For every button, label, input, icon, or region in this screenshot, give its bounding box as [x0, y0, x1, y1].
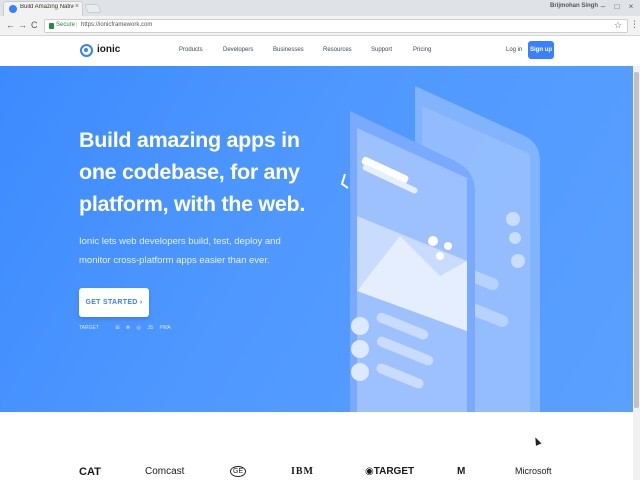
window-close-icon[interactable]: ×	[624, 2, 638, 11]
new-tab-button[interactable]	[84, 4, 102, 13]
hero-title-line: platform, with the web.	[79, 192, 306, 216]
hero-title: Build amazing apps in one codebase, for …	[79, 124, 359, 220]
target-label: TARGET	[79, 325, 99, 331]
ibm-logo: IBM	[291, 466, 314, 477]
site-header: ionic Products Developers Businesses Res…	[0, 36, 640, 66]
browser-toolbar: ← → C Secure | https://ionicframework.co…	[0, 16, 640, 36]
hero-title-line: Build amazing apps in	[79, 128, 300, 152]
comcast-logo: Comcast	[145, 466, 185, 477]
hero-title-line: one codebase, for any	[79, 160, 300, 184]
back-arrow-icon[interactable]: ←	[6, 20, 15, 30]
nav-support[interactable]: Support	[371, 47, 392, 53]
js-icon: JS	[147, 325, 154, 331]
customer-logos: CAT Comcast GE IBM ◉TARGET M Microsoft	[0, 412, 633, 480]
nav-pricing[interactable]: Pricing	[413, 47, 431, 53]
minimize-icon[interactable]: –	[596, 2, 610, 11]
logo-text[interactable]: ionic	[97, 44, 120, 55]
nav-products[interactable]: Products	[179, 47, 203, 53]
cat-logo: CAT	[79, 466, 101, 478]
browser-tab[interactable]: Build Amazing Native Ap ×	[3, 1, 83, 16]
ge-logo: GE	[230, 466, 247, 477]
profile-name[interactable]: Brijmohan Singh	[550, 3, 598, 9]
nav-businesses[interactable]: Businesses	[273, 47, 304, 53]
hero-subtitle-line: monitor cross-platform apps easier than …	[79, 255, 270, 266]
pwa-icon: PWA	[159, 325, 171, 331]
url-text[interactable]: https://ionicframework.com	[81, 22, 152, 28]
signup-button[interactable]: Sign up	[528, 41, 554, 59]
mcdonalds-logo: M	[457, 466, 466, 477]
lock-icon	[49, 23, 54, 29]
ionic-favicon-icon	[9, 5, 17, 13]
bookmark-star-icon[interactable]: ☆	[614, 20, 622, 31]
login-link[interactable]: Log in	[506, 47, 522, 53]
nav-developers[interactable]: Developers	[223, 47, 253, 53]
browser-titlebar: Build Amazing Native Ap × Brijmohan Sing…	[0, 0, 640, 16]
browser-menu-icon[interactable]: ⋮	[630, 19, 639, 30]
forward-arrow-icon[interactable]: →	[18, 20, 27, 30]
microsoft-logo: Microsoft	[515, 466, 552, 476]
omnibox-separator: |	[76, 22, 78, 28]
tab-title: Build Amazing Native Ap	[20, 4, 74, 10]
address-bar[interactable]: Secure | https://ionicframework.com ☆	[44, 19, 628, 33]
target-logo: ◉TARGET	[365, 466, 415, 477]
hero-section: Build amazing apps in one codebase, for …	[0, 66, 633, 412]
get-started-button[interactable]: GET STARTED ›	[79, 288, 149, 317]
scrollbar-thumb[interactable]	[634, 72, 639, 408]
ionic-logo-icon[interactable]	[80, 44, 93, 57]
target-platforms: TARGET ⊞ ✻ ◎ JS PWA	[79, 325, 176, 331]
tab-close-icon[interactable]: ×	[75, 3, 79, 10]
windows-icon: ⊞	[115, 325, 120, 331]
electron-icon: ✻	[125, 325, 131, 331]
chrome-icon: ◎	[136, 325, 141, 331]
hero-subtitle-line: Ionic lets web developers build, test, d…	[79, 236, 281, 247]
hero-subtitle: Ionic lets web developers build, test, d…	[79, 232, 329, 270]
phones-illustration	[340, 86, 540, 412]
nav-resources[interactable]: Resources	[323, 47, 352, 53]
secure-label: Secure	[56, 22, 76, 28]
maximize-icon[interactable]: □	[610, 2, 624, 11]
reload-icon[interactable]: C	[31, 20, 38, 30]
